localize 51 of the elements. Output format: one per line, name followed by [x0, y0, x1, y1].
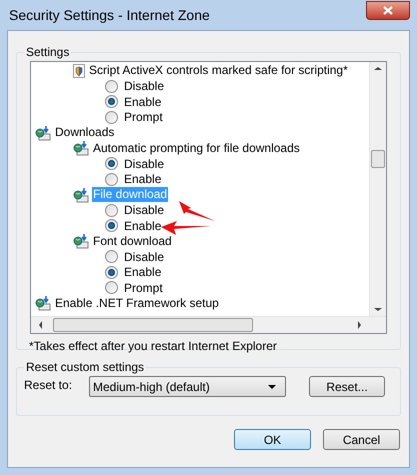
- option-label[interactable]: Prompt: [124, 108, 163, 126]
- download-globe-icon: [73, 186, 89, 203]
- close-button[interactable]: [366, 0, 410, 20]
- scroll-up-icon[interactable]: [374, 67, 382, 70]
- group-title: Reset custom settings: [25, 359, 146, 376]
- tree-item[interactable]: Script ActiveX controls marked safe for scripting*: [88, 63, 349, 78]
- radio-button[interactable]: [105, 266, 118, 279]
- tree-item[interactable]: Automatic prompting for file downloads: [92, 140, 301, 156]
- tree-item[interactable]: Downloads: [54, 125, 116, 140]
- tree-item[interactable]: Enable .NET Framework setup: [54, 296, 220, 311]
- radio-button[interactable]: [105, 219, 118, 232]
- download-globe-icon: [73, 233, 89, 250]
- option-label[interactable]: Enable: [124, 92, 162, 111]
- script-icon: [73, 64, 85, 78]
- scroll-thumb[interactable]: [53, 318, 253, 332]
- option-label[interactable]: Disable: [124, 77, 164, 96]
- radio-button[interactable]: [105, 95, 118, 108]
- radio-button[interactable]: [105, 110, 118, 124]
- footnote: *Takes effect after you restart Internet Explorer: [29, 338, 278, 355]
- option-label[interactable]: Enable: [124, 170, 162, 188]
- dialog-button[interactable]: OK: [234, 429, 311, 450]
- reset-label: Reset to:: [24, 377, 74, 394]
- radio-button[interactable]: [105, 204, 118, 217]
- option-label[interactable]: Disable: [124, 248, 164, 266]
- vertical-scrollbar[interactable]: [369, 62, 386, 316]
- radio-button[interactable]: [105, 157, 118, 170]
- group-title: Settings: [25, 44, 70, 61]
- download-globe-icon: [35, 124, 51, 141]
- window-title: Security Settings - Internet Zone: [8, 6, 210, 25]
- download-globe-icon: [35, 295, 51, 312]
- option-label[interactable]: Disable: [124, 201, 164, 220]
- close-icon: [383, 6, 393, 14]
- dialog-button[interactable]: Cancel: [323, 429, 400, 450]
- level-dropdown[interactable]: Medium-high (default): [89, 376, 286, 397]
- dropdown-caret-icon: [268, 384, 276, 388]
- radio-button[interactable]: [105, 281, 118, 294]
- option-label[interactable]: Enable: [124, 216, 162, 235]
- scroll-thumb[interactable]: [371, 150, 385, 168]
- download-globe-icon: [73, 140, 89, 156]
- option-label[interactable]: Prompt: [124, 278, 163, 297]
- option-label[interactable]: Enable: [124, 263, 162, 282]
- scroll-down-icon[interactable]: [374, 308, 382, 311]
- scroll-right-icon[interactable]: [358, 321, 361, 329]
- radio-button[interactable]: [105, 250, 118, 264]
- radio-button[interactable]: [105, 172, 118, 186]
- reset-button[interactable]: Reset...: [309, 376, 385, 397]
- tree-item[interactable]: Font download: [92, 234, 173, 249]
- option-label[interactable]: Disable: [124, 154, 164, 173]
- radio-button[interactable]: [105, 80, 118, 93]
- scroll-left-icon[interactable]: [39, 321, 42, 329]
- horizontal-scrollbar[interactable]: [31, 316, 386, 333]
